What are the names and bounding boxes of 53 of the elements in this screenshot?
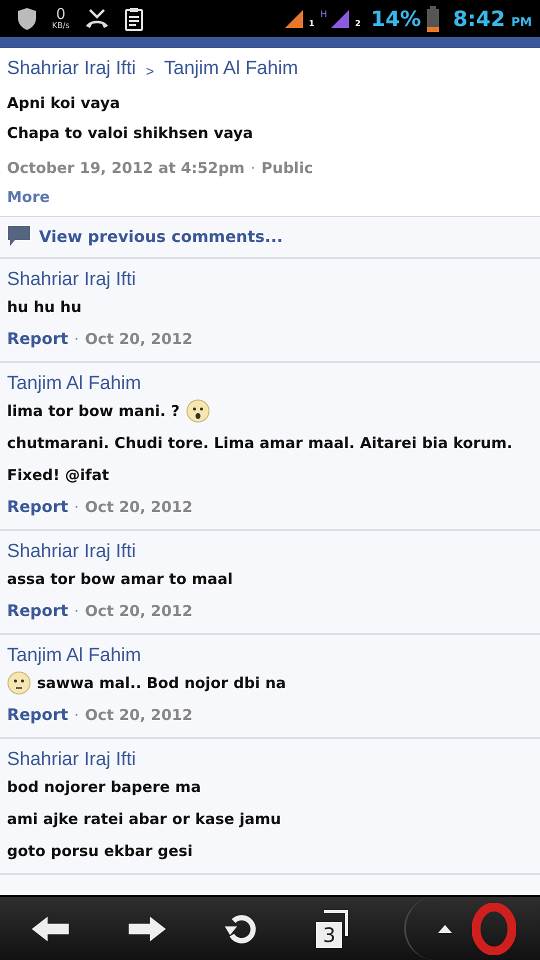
sim-label: 2 <box>355 18 361 28</box>
missed-call-icon <box>84 8 110 30</box>
more-link[interactable]: More <box>7 184 50 210</box>
comment-text: goto porsu ekbar gesi <box>7 841 193 862</box>
post-text: Chapa to valoi shikhsen vaya <box>7 123 254 144</box>
speech-bubble-icon <box>7 225 31 247</box>
comment-text: chutmarani. Chudi tore. Lima amar maal. Aitarei bia korum. <box>7 433 512 454</box>
author-link[interactable]: Shahriar Iraj Ifti <box>7 749 136 771</box>
author-link[interactable]: Tanjim Al Fahim <box>7 373 142 395</box>
comment-text: ami ajke ratei abar or kase jamu <box>7 809 282 830</box>
speed-value: 0 <box>56 7 66 22</box>
report-link[interactable]: Report <box>7 595 68 627</box>
author-link[interactable]: Shahriar Iraj Ifti <box>7 269 136 291</box>
caret-up-icon[interactable] <box>438 924 452 932</box>
clock-period: PM <box>511 14 532 28</box>
comment-text: hu hu hu <box>7 297 82 318</box>
shield-icon <box>16 6 38 30</box>
speed-unit: KB/s <box>52 22 70 30</box>
post-text: Apni koi vaya <box>7 93 121 114</box>
battery-icon <box>427 6 440 32</box>
author-link[interactable]: Shahriar Iraj Ifti <box>7 58 136 80</box>
arrow-separator: > <box>146 63 154 79</box>
comment-text: lima tor bow mani. ? <box>7 401 180 422</box>
comment-text: sawwa mal.. Bod nojor dbi na <box>37 673 286 694</box>
surprised-face-icon <box>186 399 210 423</box>
author-link[interactable]: Tanjim Al Fahim <box>7 645 142 667</box>
clipboard-icon <box>124 6 144 30</box>
dot-separator: · <box>74 329 79 350</box>
report-link[interactable]: Report <box>7 323 68 355</box>
comment-text: Fixed! @ifat <box>7 465 109 486</box>
comment-date: Oct 20, 2012 <box>84 497 193 518</box>
comment-date: Oct 20, 2012 <box>84 705 193 726</box>
post-date: October 19, 2012 at 4:52pm <box>7 158 245 179</box>
battery-percent: 14% <box>370 6 422 30</box>
network-type: H <box>320 10 328 20</box>
report-link[interactable]: Report <box>7 699 68 731</box>
sim-label: 1 <box>308 18 314 28</box>
ring-logo-icon[interactable] <box>472 902 516 954</box>
clock-time: 8:42 <box>453 6 506 30</box>
view-previous-link[interactable]: View previous comments... <box>39 226 283 246</box>
comment-date: Oct 20, 2012 <box>84 329 193 350</box>
comment-text: assa tor bow amar to maal <box>7 569 233 590</box>
audience-label: Public <box>261 158 313 179</box>
comment-text: bod nojorer bapere ma <box>7 777 201 798</box>
author-link[interactable]: Shahriar Iraj Ifti <box>7 541 136 563</box>
comment-date: Oct 20, 2012 <box>84 601 193 622</box>
author-link[interactable]: Tanjim Al Fahim <box>164 58 298 80</box>
neutral-face-icon <box>7 671 31 695</box>
dot-separator: · <box>74 497 79 518</box>
dot-separator: · <box>74 601 79 622</box>
report-link[interactable]: Report <box>7 491 68 523</box>
dot-separator: · <box>250 158 256 179</box>
dot-separator: · <box>74 705 79 726</box>
